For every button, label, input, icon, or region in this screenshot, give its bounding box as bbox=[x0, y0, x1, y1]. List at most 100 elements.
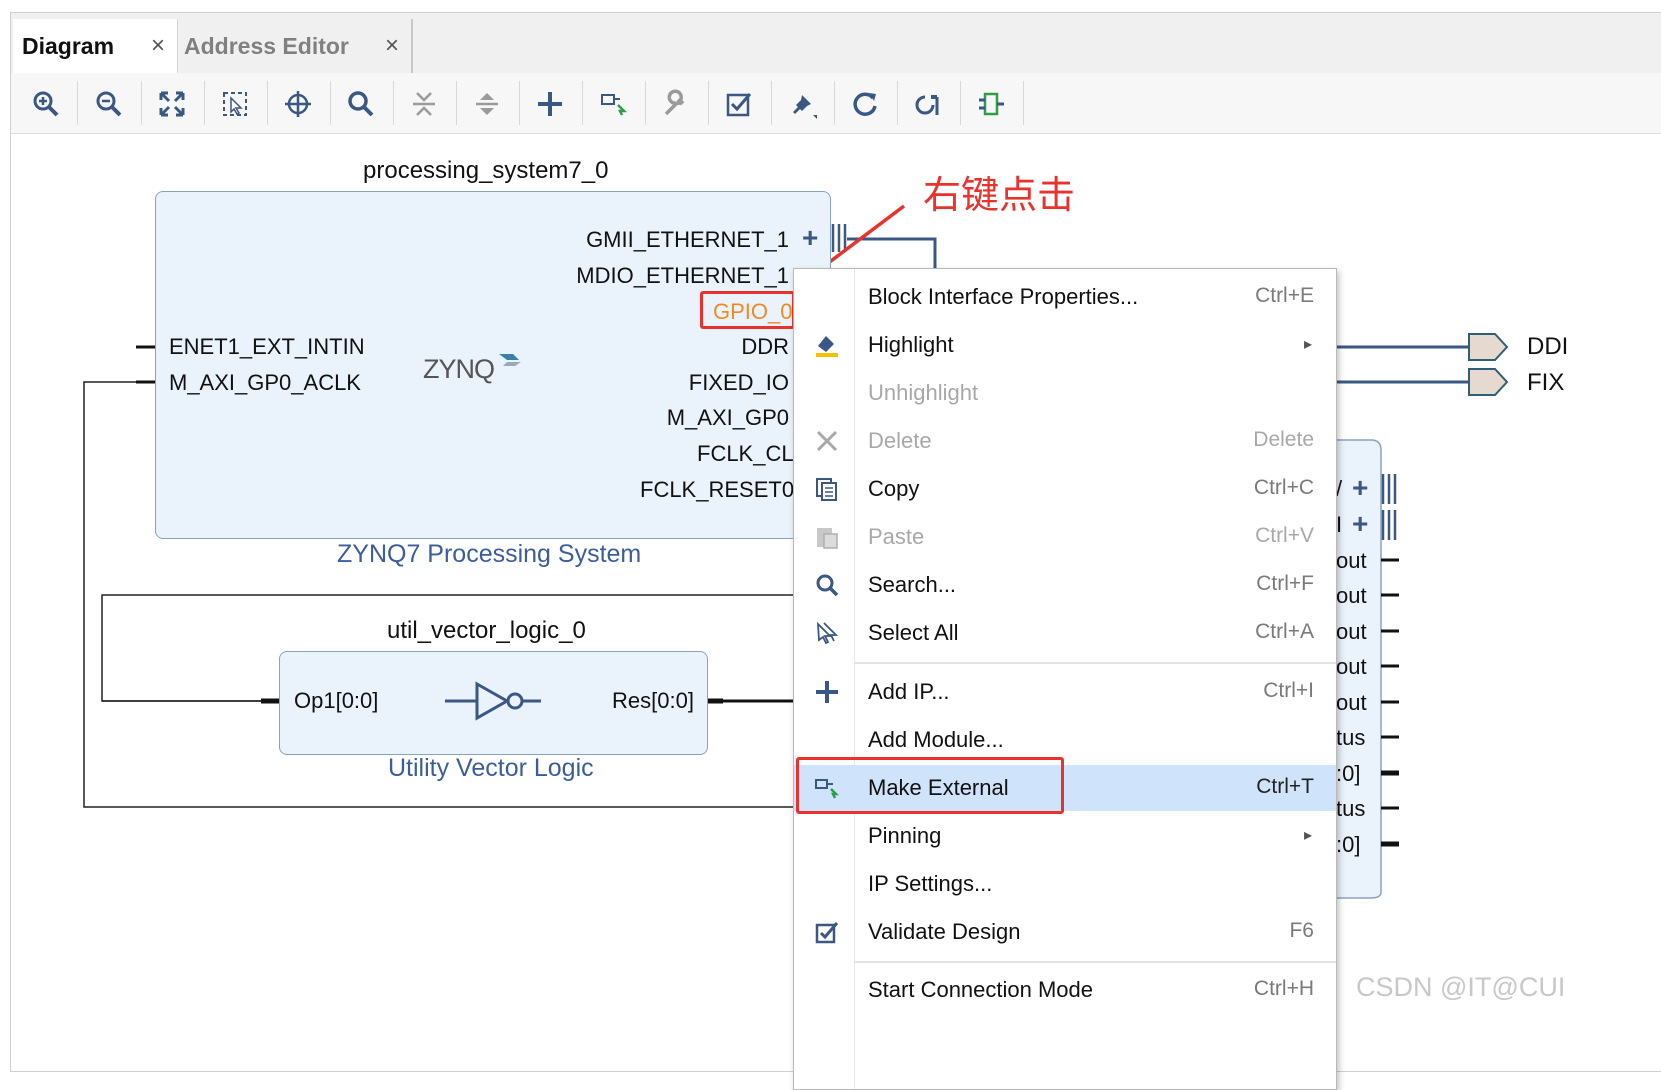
uvl-port-op1[interactable]: Op1[0:0] bbox=[294, 688, 378, 714]
menu-item-select-all[interactable]: Select All Ctrl+A bbox=[794, 610, 1336, 656]
uvl-block-type: Utility Vector Logic bbox=[388, 754, 594, 782]
diagram-toolbar bbox=[11, 73, 1661, 134]
ps7-block-type: ZYNQ7 Processing System bbox=[337, 540, 642, 568]
tab-address-editor-close-icon[interactable]: × bbox=[385, 19, 399, 73]
validate-icon[interactable] bbox=[719, 85, 759, 123]
search-icon[interactable] bbox=[341, 85, 381, 123]
make-external-highlight-box bbox=[796, 757, 1064, 814]
menu-item-validate-design[interactable]: Validate Design F6 bbox=[794, 909, 1336, 955]
menu-item-highlight[interactable]: Highlight ▸ bbox=[794, 322, 1336, 368]
add-ip-icon[interactable] bbox=[530, 85, 570, 123]
paste-icon bbox=[812, 522, 842, 552]
ps7-port-gmii[interactable]: GMII_ETHERNET_1 bbox=[586, 227, 789, 253]
wrench-icon[interactable] bbox=[656, 85, 696, 123]
tab-address-editor-label: Address Editor bbox=[184, 33, 349, 59]
menu-item-block-interface-properties[interactable]: Block Interface Properties... Ctrl+E bbox=[794, 274, 1336, 320]
tab-bar: Diagram × Address Editor × bbox=[11, 13, 1661, 74]
menu-item-label: Block Interface Properties... bbox=[868, 284, 1139, 309]
annotation-right-click: 右键点击 bbox=[923, 175, 1076, 217]
menu-item-label: Unhighlight bbox=[868, 380, 979, 405]
refresh-icon[interactable] bbox=[845, 85, 885, 123]
menu-item-label: Add IP... bbox=[868, 679, 950, 704]
submenu-arrow-icon: ▸ bbox=[1303, 827, 1312, 844]
ps7-port-m-axi-gp0[interactable]: M_AXI_GP0 bbox=[667, 405, 789, 431]
menu-item-pinning[interactable]: Pinning ▸ bbox=[794, 813, 1336, 859]
right-block-port-4: out bbox=[1336, 619, 1367, 644]
menu-item-ip-settings[interactable]: IP Settings... bbox=[794, 861, 1336, 907]
tab-diagram-label: Diagram bbox=[22, 33, 115, 59]
menu-item-label: Pinning bbox=[868, 823, 942, 848]
right-block-port-3: out bbox=[1336, 583, 1367, 608]
menu-item-label: Start Connection Mode bbox=[868, 977, 1094, 1002]
ps7-port-fixed-io[interactable]: FIXED_IO bbox=[689, 370, 789, 396]
submenu-arrow-icon: ▸ bbox=[1303, 336, 1312, 353]
right-block-expand-icon-2[interactable]: + bbox=[1352, 508, 1368, 540]
menu-item-label: Search... bbox=[868, 572, 957, 597]
menu-item-shortcut: Ctrl+V bbox=[1255, 524, 1314, 547]
menu-item-copy[interactable]: Copy Ctrl+C bbox=[794, 466, 1336, 512]
menu-item-shortcut: F6 bbox=[1289, 919, 1314, 942]
menu-item-paste[interactable]: Paste Ctrl+V bbox=[794, 514, 1336, 560]
ps7-port-fclk-clk[interactable]: FCLK_CLI bbox=[697, 441, 800, 467]
fit-view-icon[interactable] bbox=[152, 85, 192, 123]
ps7-port-m-axi-gp0-aclk[interactable]: M_AXI_GP0_ACLK bbox=[169, 370, 361, 396]
menu-item-shortcut: Ctrl+I bbox=[1263, 679, 1314, 702]
gpio-highlight-box bbox=[700, 291, 795, 329]
external-port-ddr[interactable]: DDI bbox=[1527, 333, 1568, 361]
add-icon bbox=[812, 677, 842, 707]
ps7-port-enet1-ext-intin[interactable]: ENET1_EXT_INTIN bbox=[169, 334, 365, 360]
expand-icon[interactable] bbox=[467, 85, 507, 123]
tab-address-editor[interactable]: Address Editor × bbox=[179, 19, 413, 73]
right-block-expand-icon-1[interactable]: + bbox=[1352, 472, 1368, 504]
watermark: CSDN @IT@CUI bbox=[1356, 972, 1566, 1002]
menu-item-search[interactable]: Search... Ctrl+F bbox=[794, 562, 1336, 608]
pin-icon[interactable] bbox=[782, 85, 822, 123]
right-block-port-10: :0] bbox=[1336, 832, 1361, 857]
menu-separator bbox=[854, 662, 1336, 664]
not-gate-icon bbox=[445, 681, 541, 721]
menu-item-start-connection-mode[interactable]: Start Connection Mode Ctrl+H bbox=[794, 967, 1336, 1013]
menu-item-shortcut: Ctrl+E bbox=[1255, 284, 1314, 307]
menu-item-shortcut: Ctrl+A bbox=[1255, 620, 1314, 643]
search-icon bbox=[812, 570, 842, 600]
menu-item-label: Validate Design bbox=[868, 919, 1021, 944]
make-external-icon[interactable] bbox=[593, 85, 633, 123]
zynq-logo: ZYNQ bbox=[423, 354, 495, 384]
menu-item-unhighlight[interactable]: Unhighlight bbox=[794, 370, 1336, 416]
center-icon[interactable] bbox=[278, 85, 318, 123]
ps7-instance-name: processing_system7_0 bbox=[363, 157, 609, 184]
zoom-in-icon[interactable] bbox=[26, 85, 66, 123]
right-block-port-2: out bbox=[1336, 548, 1367, 573]
ps7-gmii-expand-icon[interactable]: + bbox=[802, 222, 818, 254]
menu-item-label: Paste bbox=[868, 524, 925, 549]
ps7-port-fclk-reset[interactable]: FCLK_RESET0_ bbox=[640, 477, 806, 503]
delete-icon bbox=[812, 426, 842, 456]
menu-item-label: Copy bbox=[868, 476, 920, 501]
menu-item-label: IP Settings... bbox=[868, 871, 993, 896]
zoom-area-icon[interactable] bbox=[215, 85, 255, 123]
port-icon[interactable] bbox=[971, 85, 1011, 123]
menu-item-shortcut: Ctrl+T bbox=[1256, 775, 1314, 798]
uvl-port-res[interactable]: Res[0:0] bbox=[612, 688, 694, 714]
menu-item-shortcut: Ctrl+H bbox=[1253, 977, 1314, 1000]
collapse-icon[interactable] bbox=[404, 85, 444, 123]
uvl-instance-name: util_vector_logic_0 bbox=[387, 617, 586, 644]
zoom-out-icon[interactable] bbox=[89, 85, 129, 123]
menu-item-add-ip[interactable]: Add IP... Ctrl+I bbox=[794, 669, 1336, 715]
tab-diagram-close-icon[interactable]: × bbox=[151, 19, 165, 73]
tab-diagram[interactable]: Diagram × bbox=[13, 19, 178, 73]
external-port-fixed[interactable]: FIX bbox=[1527, 369, 1564, 397]
menu-item-shortcut: Ctrl+F bbox=[1256, 572, 1314, 595]
menu-separator bbox=[854, 961, 1336, 963]
right-block-port-7: tus bbox=[1336, 725, 1366, 750]
zynq-logo-mark bbox=[499, 354, 521, 366]
menu-item-label: Highlight bbox=[868, 332, 954, 357]
ps7-port-mdio[interactable]: MDIO_ETHERNET_1 bbox=[576, 263, 789, 289]
highlight-icon bbox=[812, 330, 842, 360]
regenerate-icon[interactable] bbox=[908, 85, 948, 123]
menu-item-delete[interactable]: Delete Delete bbox=[794, 418, 1336, 464]
ps7-port-ddr[interactable]: DDR bbox=[741, 334, 789, 360]
menu-item-label: Select All bbox=[868, 620, 959, 645]
right-block-port-5: out bbox=[1336, 654, 1367, 679]
validate-icon bbox=[812, 917, 842, 947]
